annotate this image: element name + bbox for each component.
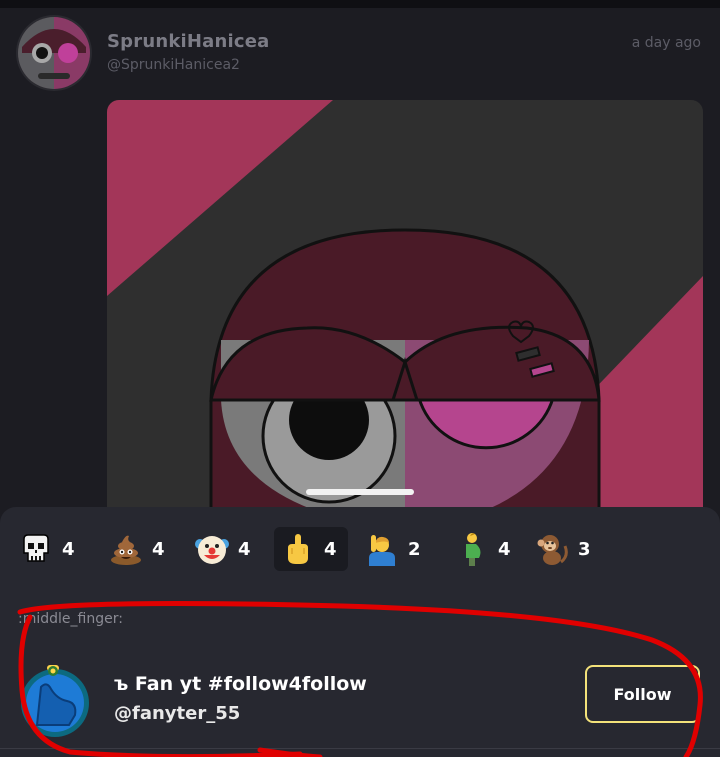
top-bar (0, 0, 720, 8)
monkey-icon (534, 531, 570, 567)
post-image[interactable] (107, 100, 703, 530)
reaction-count: 4 (152, 538, 165, 560)
post-author-avatar[interactable] (18, 17, 90, 89)
follow-button[interactable]: Follow (585, 665, 700, 723)
selected-reaction-shortcode: :middle_finger: (18, 611, 123, 627)
reaction-pregnant-man[interactable]: 4 (454, 527, 511, 571)
clown-face-icon (194, 531, 230, 567)
reaction-poop[interactable]: 4 (108, 527, 165, 571)
pregnant-man-icon (454, 531, 490, 567)
sheet-drag-handle[interactable] (306, 489, 414, 495)
reaction-skull[interactable]: 4 (18, 527, 75, 571)
post-author-handle[interactable]: @SprunkiHanicea2 (107, 57, 240, 73)
reaction-count: 2 (408, 538, 421, 560)
divider (0, 748, 720, 749)
reaction-count: 3 (578, 538, 591, 560)
skull-icon (18, 531, 54, 567)
reactor-handle[interactable]: @fanyter_55 (114, 703, 240, 724)
reaction-clown[interactable]: 4 (194, 527, 251, 571)
post-timestamp: a day ago (631, 35, 701, 51)
reaction-count: 4 (62, 538, 75, 560)
middle-finger-icon (280, 531, 316, 567)
poop-icon (108, 531, 144, 567)
reactor-avatar[interactable] (17, 663, 93, 739)
reactions-bar: 4 4 4 4 2 4 3 (18, 527, 718, 571)
reaction-monkey[interactable]: 3 (534, 527, 591, 571)
reaction-count: 4 (324, 538, 337, 560)
reaction-count: 4 (498, 538, 511, 560)
post-author-name[interactable]: SprunkiHanicea (107, 31, 270, 52)
reaction-count: 4 (238, 538, 251, 560)
raising-hand-person-icon (364, 531, 400, 567)
reaction-middle-finger[interactable]: 4 (274, 527, 348, 571)
reaction-raising-hand[interactable]: 2 (364, 527, 421, 571)
reactor-name[interactable]: ъ Fan yt #follow4follow (114, 673, 367, 695)
